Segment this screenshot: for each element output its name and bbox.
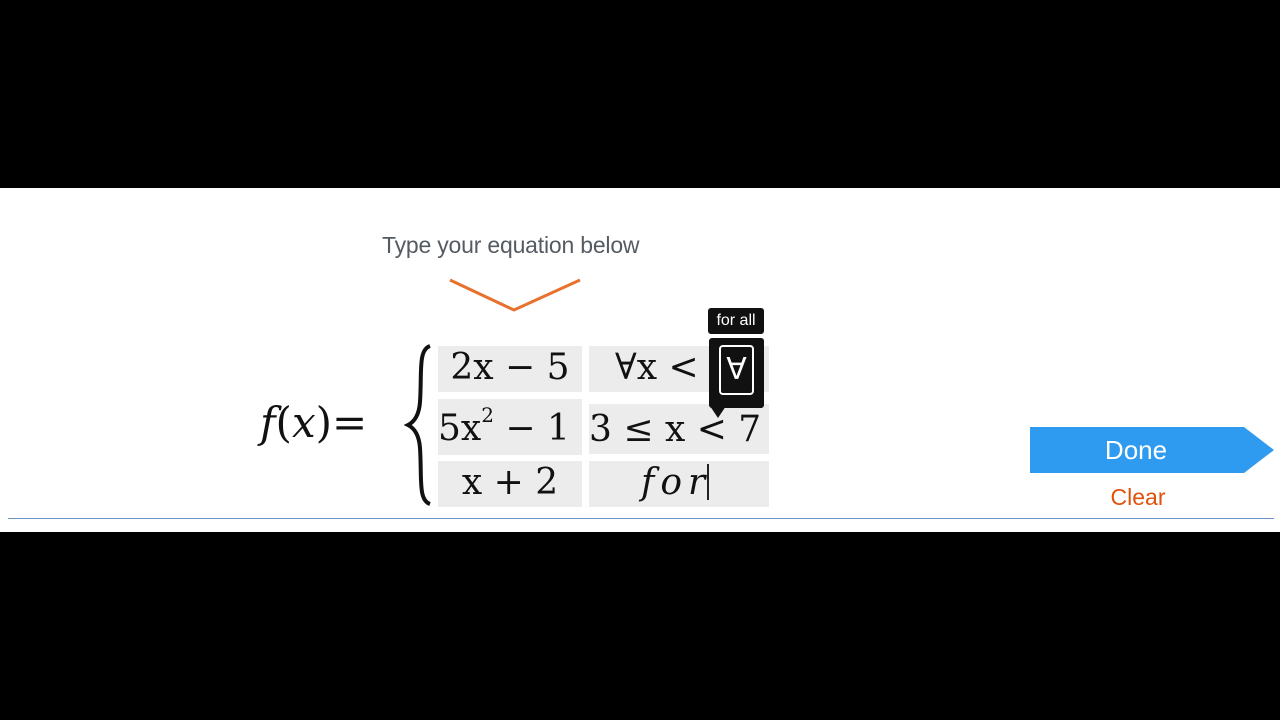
video-frame: Type your equation below f(x)= 2x − 5 ∀x… — [0, 0, 1280, 720]
piece-condition: ∀x < — [615, 347, 699, 388]
text-cursor — [707, 464, 710, 500]
piece-expression-cell[interactable]: 5x2 − 1 — [438, 399, 582, 455]
function-variable: x — [291, 398, 316, 447]
tooltip-pointer — [710, 406, 726, 418]
left-brace-icon — [404, 344, 431, 506]
piece-condition-cell-active[interactable]: for — [589, 461, 769, 507]
piece-expression-cell[interactable]: 2x − 5 — [438, 346, 582, 392]
piece-expression-cell[interactable]: x + 2 — [438, 461, 582, 507]
piece-expression: x + 2 — [461, 462, 559, 503]
divider-line — [8, 518, 1274, 519]
expression-exponent: 2 — [481, 403, 494, 427]
equals-sign: = — [332, 398, 368, 447]
autocomplete-suggestion[interactable]: ∀ — [709, 338, 764, 408]
autocomplete-tooltip-label: for all — [708, 308, 764, 334]
done-button-label: Done — [1104, 435, 1168, 465]
piece-condition-cell[interactable]: 3 ≤ x < 7 — [589, 404, 769, 454]
function-name: f — [260, 398, 276, 447]
close-paren: ) — [315, 398, 333, 447]
expression-base: 5x — [438, 408, 482, 449]
open-paren: ( — [275, 398, 292, 447]
clear-button[interactable]: Clear — [1090, 482, 1186, 512]
instruction-label: Type your equation below — [382, 232, 640, 258]
piece-expression: 2x − 5 — [450, 347, 570, 388]
chevron-down-icon — [449, 278, 581, 312]
done-button[interactable]: Done — [1030, 427, 1274, 473]
piece-condition: 3 ≤ x < 7 — [589, 409, 762, 450]
function-lhs: f(x)= — [260, 398, 367, 447]
forall-symbol-key[interactable]: ∀ — [719, 345, 754, 395]
expression-rest: − 1 — [493, 408, 570, 449]
piece-condition-input: for — [641, 462, 712, 503]
